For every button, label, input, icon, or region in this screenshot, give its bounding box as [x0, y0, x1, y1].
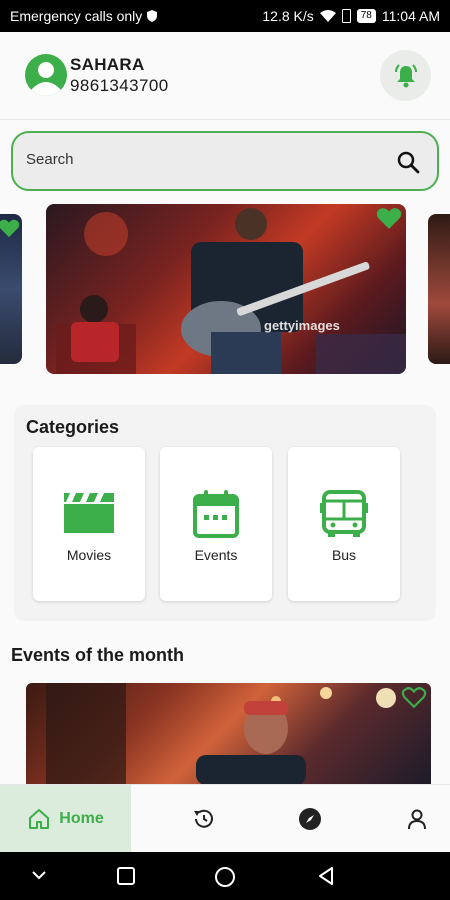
- history-icon[interactable]: [192, 807, 216, 831]
- sim-icon: [341, 9, 351, 23]
- notifications-button[interactable]: [380, 50, 431, 101]
- categories-section: Categories Movies Events Bus: [14, 405, 436, 621]
- wifi-icon: [319, 10, 336, 22]
- image-watermark: gettyimages: [264, 318, 340, 333]
- search-icon[interactable]: [396, 150, 420, 174]
- clock: 11:04 AM: [381, 8, 440, 24]
- category-label: Movies: [66, 547, 112, 563]
- category-label: Events: [194, 547, 238, 563]
- featured-event-card[interactable]: gettyimages: [46, 204, 406, 374]
- user-avatar-icon: [31, 62, 61, 96]
- carousel-card-next[interactable]: [428, 214, 450, 364]
- shield-icon: [147, 10, 158, 22]
- event-of-month-card[interactable]: [26, 683, 431, 785]
- bell-icon: [394, 63, 417, 87]
- compass-icon[interactable]: [298, 807, 322, 831]
- category-events[interactable]: Events: [160, 447, 272, 601]
- chevron-down-icon[interactable]: [30, 866, 48, 884]
- profile-icon[interactable]: [405, 807, 429, 831]
- nav-home-label: Home: [59, 810, 104, 827]
- network-status: Emergency calls only: [10, 8, 143, 24]
- section-title: Events of the month: [11, 645, 185, 665]
- avatar[interactable]: [25, 54, 67, 96]
- event-photo: [46, 683, 396, 785]
- bottom-navigation: Home: [0, 784, 450, 853]
- network-speed: 12.8 K/s: [262, 8, 314, 24]
- user-name: SAHARA: [70, 55, 145, 74]
- heart-icon[interactable]: [0, 218, 20, 238]
- category-bus[interactable]: Bus: [288, 447, 400, 601]
- category-movies[interactable]: Movies: [33, 447, 145, 601]
- nav-home[interactable]: Home: [0, 785, 131, 853]
- heart-icon[interactable]: [376, 206, 402, 230]
- bus-icon: [320, 490, 368, 537]
- system-navigation-bar: [0, 852, 450, 900]
- home-icon: [29, 809, 50, 829]
- back-icon[interactable]: [316, 866, 336, 886]
- recents-icon[interactable]: [116, 866, 136, 886]
- calendar-icon: [193, 490, 239, 538]
- search-input[interactable]: Search: [11, 131, 439, 191]
- section-title: Categories: [26, 417, 120, 437]
- carousel-card-previous[interactable]: [0, 214, 22, 364]
- home-circle-icon[interactable]: [214, 866, 236, 888]
- profile-header: SAHARA 9861343700: [0, 32, 450, 120]
- category-label: Bus: [331, 547, 357, 563]
- concert-photo: [56, 208, 406, 374]
- user-phone: 9861343700: [70, 76, 169, 95]
- heart-outline-icon[interactable]: [401, 685, 427, 709]
- battery-indicator: 78: [356, 9, 376, 23]
- search-placeholder: Search: [26, 151, 74, 168]
- clapperboard-icon: [64, 493, 114, 533]
- status-bar: Emergency calls only 12.8 K/s 78 11:04 A…: [0, 0, 450, 32]
